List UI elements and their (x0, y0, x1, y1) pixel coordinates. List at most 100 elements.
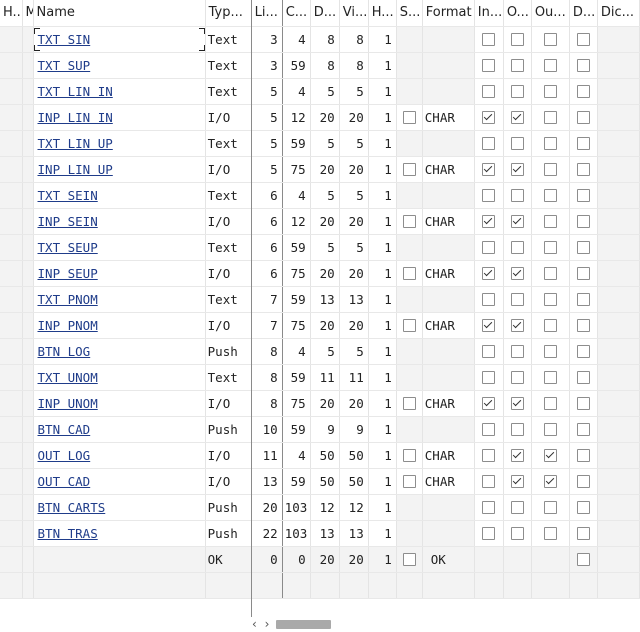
col-header-def-length[interactable]: D... (310, 0, 340, 27)
input-checkbox[interactable] (482, 448, 496, 462)
output-only-checkbox[interactable] (543, 318, 557, 332)
col-header-dict[interactable]: Dic... (597, 0, 640, 27)
d-checkbox[interactable] (576, 526, 590, 540)
input-checkbox[interactable] (482, 136, 496, 150)
scroll-checkbox[interactable] (402, 448, 416, 462)
input-checkbox[interactable] (482, 188, 496, 202)
output-checkbox[interactable] (510, 84, 524, 98)
col-header-format[interactable]: Format (422, 0, 475, 27)
output-only-checkbox[interactable] (543, 292, 557, 306)
d-checkbox[interactable] (576, 58, 590, 72)
d-checkbox[interactable] (576, 474, 590, 488)
input-checkbox[interactable] (482, 84, 496, 98)
input-checkbox[interactable] (482, 266, 496, 280)
scroll-checkbox[interactable] (402, 552, 416, 566)
output-checkbox[interactable] (510, 240, 524, 254)
output-checkbox[interactable] (510, 474, 524, 488)
table-row[interactable]: BTN CAD Push 10 59 9 9 1 (0, 416, 640, 443)
output-checkbox[interactable] (510, 58, 524, 72)
d-checkbox[interactable] (576, 396, 590, 410)
element-name[interactable]: BTN LOG (33, 338, 206, 365)
table-row[interactable]: BTN LOG Push 8 4 5 5 1 (0, 338, 640, 365)
output-checkbox[interactable] (510, 526, 524, 540)
col-header-line[interactable]: Li... (251, 0, 283, 27)
input-checkbox[interactable] (482, 162, 496, 176)
scroll-checkbox[interactable] (402, 214, 416, 228)
table-row[interactable]: INP LIN IN I/O 5 12 20 20 1 CHAR (0, 104, 640, 131)
d-checkbox[interactable] (576, 292, 590, 306)
element-name[interactable]: TXT UNOM (33, 364, 206, 391)
d-checkbox[interactable] (576, 370, 590, 384)
table-row[interactable]: TXT LIN UP Text 5 59 5 5 1 (0, 130, 640, 157)
output-checkbox[interactable] (510, 448, 524, 462)
d-checkbox[interactable] (576, 552, 590, 566)
element-name[interactable]: INP SEUP (33, 260, 206, 287)
d-checkbox[interactable] (576, 136, 590, 150)
output-only-checkbox[interactable] (543, 370, 557, 384)
d-checkbox[interactable] (576, 162, 590, 176)
output-only-checkbox[interactable] (543, 110, 557, 124)
d-checkbox[interactable] (576, 344, 590, 358)
element-name[interactable]: TXT SEIN (33, 182, 206, 209)
d-checkbox[interactable] (576, 188, 590, 202)
output-only-checkbox[interactable] (543, 214, 557, 228)
col-header-type[interactable]: Typ... (205, 0, 252, 27)
output-only-checkbox[interactable] (543, 526, 557, 540)
col-header-input[interactable]: In... (474, 0, 504, 27)
scroll-checkbox[interactable] (402, 162, 416, 176)
table-row[interactable]: BTN TRAS Push 22 103 13 13 1 (0, 520, 640, 547)
d-checkbox[interactable] (576, 318, 590, 332)
d-checkbox[interactable] (576, 32, 590, 46)
element-name[interactable]: BTN CAD (33, 416, 206, 443)
input-checkbox[interactable] (482, 32, 496, 46)
output-checkbox[interactable] (510, 370, 524, 384)
output-only-checkbox[interactable] (543, 500, 557, 514)
element-name[interactable]: INP UNOM (33, 390, 206, 417)
d-checkbox[interactable] (576, 84, 590, 98)
output-checkbox[interactable] (510, 422, 524, 436)
input-checkbox[interactable] (482, 422, 496, 436)
input-checkbox[interactable] (482, 344, 496, 358)
input-checkbox[interactable] (482, 396, 496, 410)
scrollbar-thumb[interactable] (276, 620, 331, 629)
element-name[interactable]: OUT LOG (33, 442, 206, 469)
col-header-d[interactable]: D... (569, 0, 598, 27)
d-checkbox[interactable] (576, 240, 590, 254)
output-only-checkbox[interactable] (543, 448, 557, 462)
horizontal-scrollbar[interactable]: ‹ › (0, 617, 640, 632)
table-row[interactable]: OUT LOG I/O 11 4 50 50 1 CHAR (0, 442, 640, 469)
table-row[interactable]: TXT PNOM Text 7 59 13 13 1 (0, 286, 640, 313)
element-name[interactable]: BTN TRAS (33, 520, 206, 547)
input-checkbox[interactable] (482, 500, 496, 514)
output-only-checkbox[interactable] (543, 266, 557, 280)
element-name[interactable]: TXT SEUP (33, 234, 206, 261)
output-only-checkbox[interactable] (543, 422, 557, 436)
output-checkbox[interactable] (510, 188, 524, 202)
output-checkbox[interactable] (510, 266, 524, 280)
d-checkbox[interactable] (576, 110, 590, 124)
output-only-checkbox[interactable] (543, 32, 557, 46)
table-row-ok[interactable]: OK 0 0 20 20 1 OK (0, 546, 640, 573)
scroll-checkbox[interactable] (402, 396, 416, 410)
table-row[interactable]: INP PNOM I/O 7 75 20 20 1 CHAR (0, 312, 640, 339)
output-only-checkbox[interactable] (543, 396, 557, 410)
input-checkbox[interactable] (482, 370, 496, 384)
input-checkbox[interactable] (482, 240, 496, 254)
scroll-arrows[interactable]: ‹ › (252, 617, 271, 631)
table-row[interactable]: TXT SIN Text 3 4 8 8 1 (0, 26, 640, 53)
col-header-h[interactable]: H... (0, 0, 23, 27)
input-checkbox[interactable] (482, 110, 496, 124)
scroll-checkbox[interactable] (402, 110, 416, 124)
scroll-checkbox[interactable] (402, 266, 416, 280)
col-header-output[interactable]: O... (503, 0, 532, 27)
output-checkbox[interactable] (510, 500, 524, 514)
input-checkbox[interactable] (482, 214, 496, 228)
table-row[interactable]: TXT SEIN Text 6 4 5 5 1 (0, 182, 640, 209)
d-checkbox[interactable] (576, 500, 590, 514)
output-only-checkbox[interactable] (543, 58, 557, 72)
table-row[interactable]: INP LIN UP I/O 5 75 20 20 1 CHAR (0, 156, 640, 183)
col-header-m[interactable]: M (22, 0, 34, 27)
element-name[interactable]: TXT LIN UP (33, 130, 206, 157)
input-checkbox[interactable] (482, 474, 496, 488)
scroll-checkbox[interactable] (402, 318, 416, 332)
